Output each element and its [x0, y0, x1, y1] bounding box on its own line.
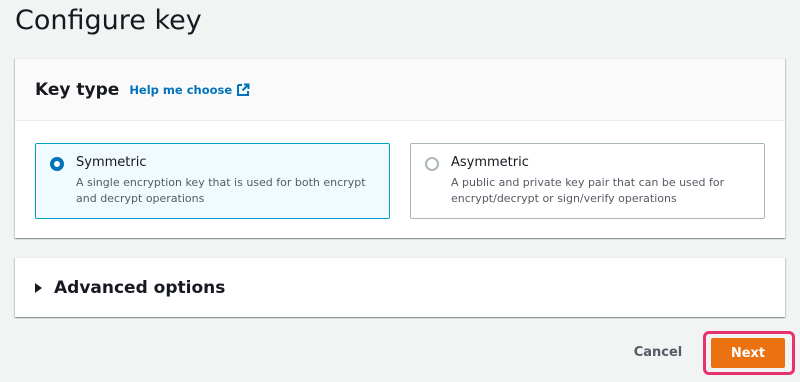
- advanced-options-expander[interactable]: Advanced options: [15, 257, 785, 317]
- asymmetric-option-tile[interactable]: Asymmetric A public and private key pair…: [410, 143, 765, 219]
- help-me-choose-link[interactable]: Help me choose: [129, 83, 250, 97]
- page-title: Configure key: [15, 5, 202, 36]
- symmetric-description: A single encryption key that is used for…: [76, 176, 366, 205]
- key-type-title: Key type: [35, 79, 120, 100]
- advanced-options-label: Advanced options: [54, 277, 226, 298]
- next-button[interactable]: Next: [711, 338, 785, 368]
- asymmetric-description: A public and private key pair that can b…: [451, 176, 725, 205]
- key-type-panel: Key type Help me choose Symmetric A sing…: [15, 58, 785, 238]
- key-type-options: Symmetric A single encryption key that i…: [15, 121, 785, 239]
- symmetric-option-tile[interactable]: Symmetric A single encryption key that i…: [35, 143, 390, 219]
- symmetric-radio[interactable]: [50, 157, 64, 171]
- help-link-label: Help me choose: [129, 82, 233, 97]
- asymmetric-label: Asymmetric: [451, 155, 529, 170]
- caret-right-icon: [35, 282, 42, 293]
- symmetric-label: Symmetric: [76, 155, 147, 170]
- external-link-icon: [237, 83, 250, 96]
- cancel-button[interactable]: Cancel: [620, 338, 696, 366]
- asymmetric-radio[interactable]: [425, 157, 439, 171]
- key-type-header: Key type Help me choose: [15, 59, 785, 121]
